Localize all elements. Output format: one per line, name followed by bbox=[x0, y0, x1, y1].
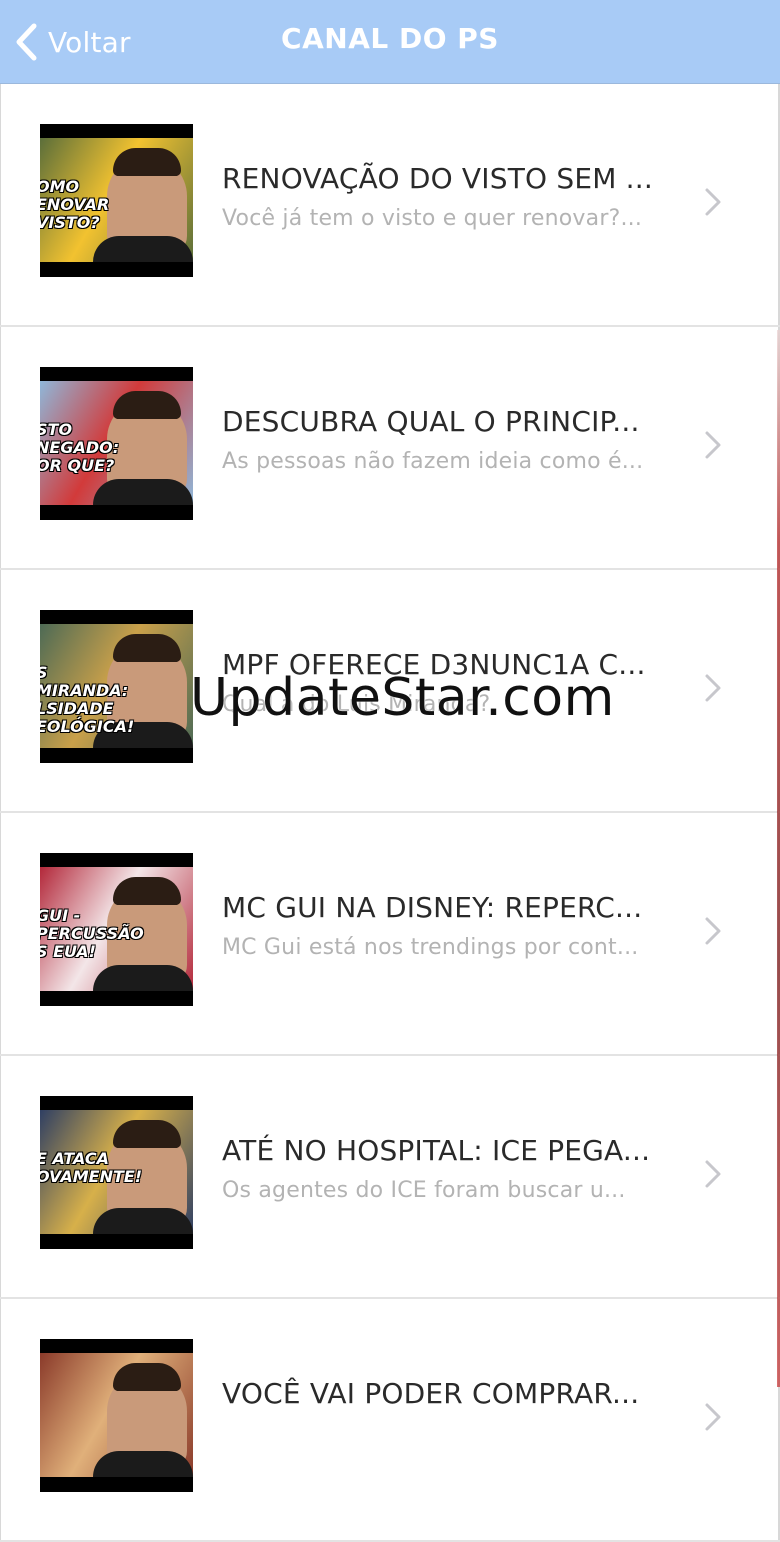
thumbnail-image bbox=[40, 1353, 193, 1477]
thumbnail-caption: E ATACA OVAMENTE! bbox=[40, 1149, 143, 1186]
chevron-right-icon bbox=[704, 430, 722, 460]
presenter-shirt bbox=[93, 1451, 193, 1477]
presenter-shirt bbox=[93, 479, 193, 505]
video-title: RENOVAÇÃO DO VISTO SEM ... bbox=[222, 162, 653, 195]
thumbnail-image: STO NEGADO: OR QUE? bbox=[40, 381, 193, 505]
thumbnail-caption: OMO ENOVAR VISTO? bbox=[40, 177, 110, 232]
video-description: MC Gui está nos trendings por cont... bbox=[222, 935, 639, 960]
chevron-right-icon bbox=[704, 187, 722, 217]
video-description: As pessoas não fazem ideia como é... bbox=[222, 449, 644, 474]
video-list-item[interactable]: STO NEGADO: OR QUE? DESCUBRA QUAL O PRINC… bbox=[0, 327, 780, 570]
thumbnail-image: GUI - PERCUSSÃO S EUA! bbox=[40, 867, 193, 991]
video-title: ATÉ NO HOSPITAL: ICE PEGA... bbox=[222, 1134, 651, 1167]
video-thumbnail: E ATACA OVAMENTE! bbox=[40, 1096, 193, 1249]
presenter-shirt bbox=[93, 1208, 193, 1234]
video-thumbnail bbox=[40, 1339, 193, 1492]
chevron-right-icon bbox=[704, 673, 722, 703]
presenter-shirt bbox=[93, 965, 193, 991]
video-list-item[interactable]: E ATACA OVAMENTE! ATÉ NO HOSPITAL: ICE PE… bbox=[0, 1056, 780, 1299]
video-title: MC GUI NA DISNEY: REPERC... bbox=[222, 891, 643, 924]
presenter-shirt bbox=[93, 236, 193, 262]
video-description: Os agentes do ICE foram buscar u... bbox=[222, 1178, 626, 1203]
thumbnail-caption: STO NEGADO: OR QUE? bbox=[40, 420, 120, 475]
thumbnail-caption: S MIRANDA: LSIDADE EOLÓGICA! bbox=[40, 664, 135, 736]
watermark: UpdateStar.com bbox=[190, 668, 615, 728]
video-description: Você já tem o visto e quer renovar?... bbox=[222, 206, 643, 231]
chevron-right-icon bbox=[704, 916, 722, 946]
thumbnail-caption: GUI - PERCUSSÃO S EUA! bbox=[40, 906, 144, 961]
presenter-hair bbox=[113, 148, 181, 176]
video-list: OMO ENOVAR VISTO? RENOVAÇÃO DO VISTO SEM … bbox=[0, 84, 780, 1542]
chevron-right-icon bbox=[704, 1402, 722, 1432]
video-list-item[interactable]: VOCÊ VAI PODER COMPRAR... bbox=[0, 1299, 780, 1542]
video-thumbnail: OMO ENOVAR VISTO? bbox=[40, 124, 193, 277]
video-thumbnail: GUI - PERCUSSÃO S EUA! bbox=[40, 853, 193, 1006]
presenter-hair bbox=[113, 634, 181, 662]
thumbnail-image: S MIRANDA: LSIDADE EOLÓGICA! bbox=[40, 624, 193, 748]
thumbnail-image: E ATACA OVAMENTE! bbox=[40, 1110, 193, 1234]
navigation-bar: Voltar CANAL DO PS bbox=[0, 0, 780, 84]
page-title: CANAL DO PS bbox=[281, 22, 499, 55]
video-list-item[interactable]: OMO ENOVAR VISTO? RENOVAÇÃO DO VISTO SEM … bbox=[0, 84, 780, 327]
video-list-item[interactable]: GUI - PERCUSSÃO S EUA! MC GUI NA DISNEY: … bbox=[0, 813, 780, 1056]
video-title: VOCÊ VAI PODER COMPRAR... bbox=[222, 1377, 640, 1410]
chevron-right-icon bbox=[704, 1159, 722, 1189]
presenter-hair bbox=[113, 391, 181, 419]
video-title: DESCUBRA QUAL O PRINCIP... bbox=[222, 405, 640, 438]
presenter-hair bbox=[113, 877, 181, 905]
thumbnail-image: OMO ENOVAR VISTO? bbox=[40, 138, 193, 262]
video-thumbnail: S MIRANDA: LSIDADE EOLÓGICA! bbox=[40, 610, 193, 763]
presenter-hair bbox=[113, 1120, 181, 1148]
video-thumbnail: STO NEGADO: OR QUE? bbox=[40, 367, 193, 520]
